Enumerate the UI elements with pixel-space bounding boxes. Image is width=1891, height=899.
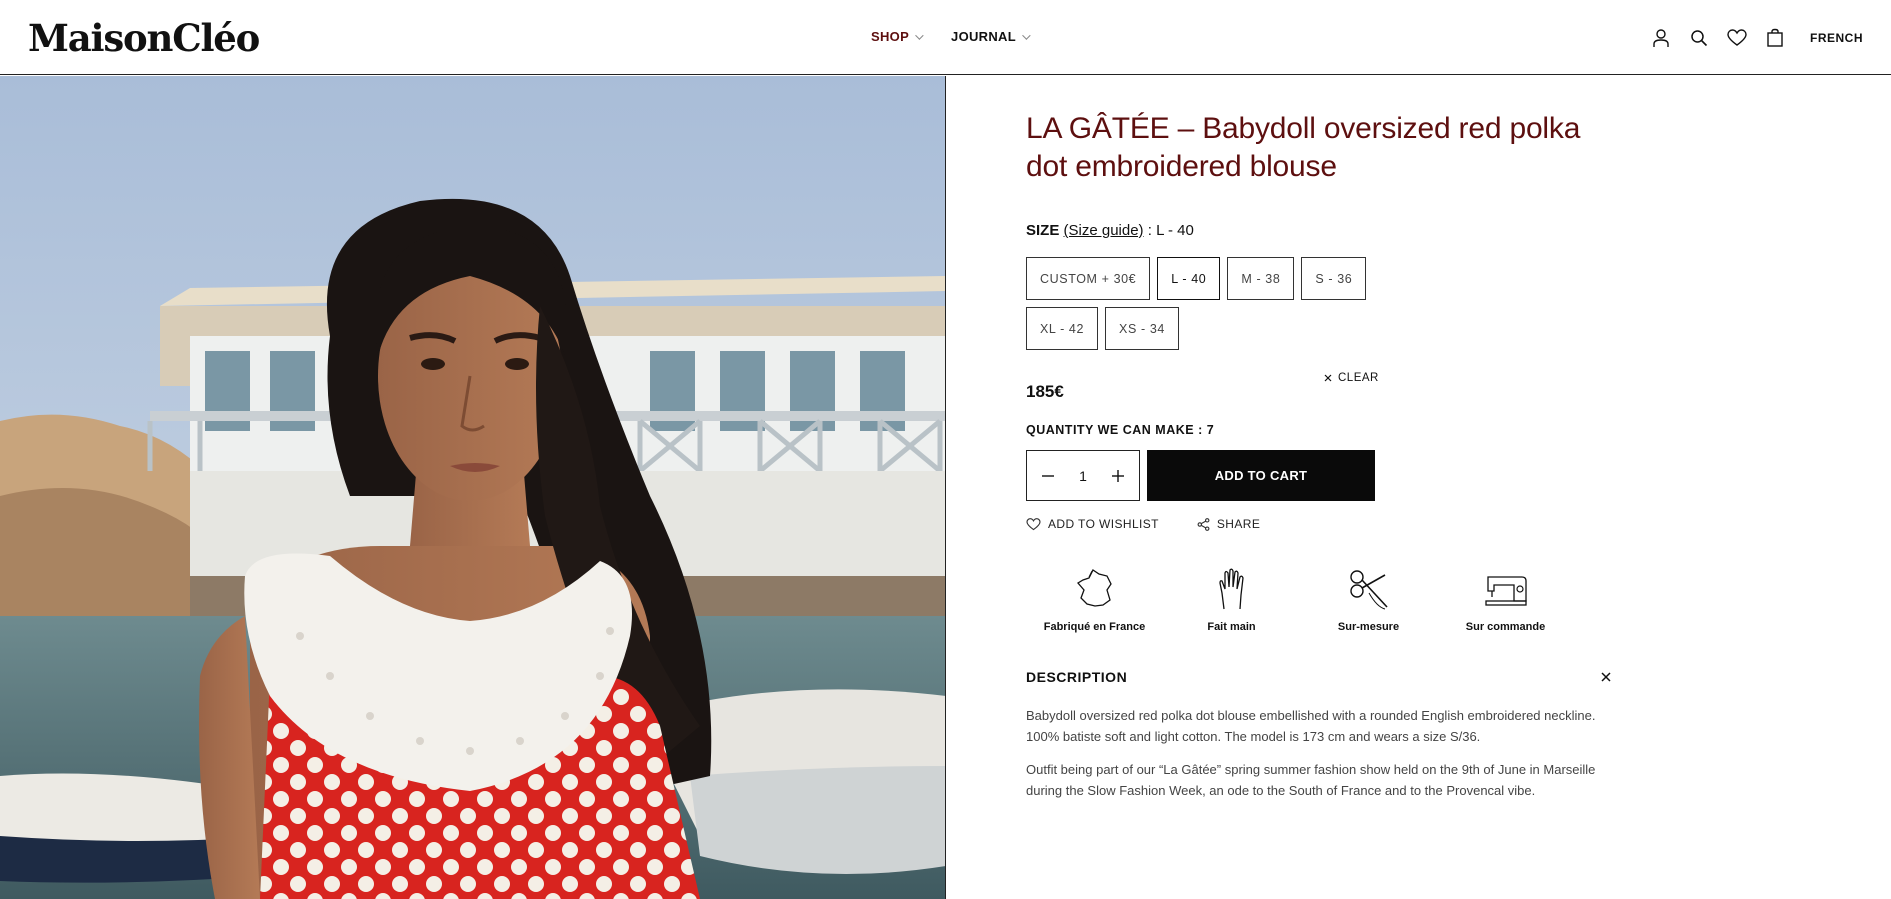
- size-options: CUSTOM + 30€ L - 40 M - 38 S - 36 XL - 4…: [1026, 257, 1406, 350]
- plus-icon[interactable]: [1107, 465, 1129, 487]
- share-label: SHARE: [1216, 517, 1261, 531]
- size-option-xs-34[interactable]: XS - 34: [1105, 307, 1179, 350]
- nav-shop[interactable]: SHOP: [871, 29, 924, 44]
- badge-made-to-order: Sur commande: [1437, 567, 1574, 633]
- close-icon[interactable]: [1599, 670, 1613, 684]
- badge-label: Sur commande: [1465, 621, 1546, 633]
- main-nav: SHOP JOURNAL: [871, 29, 1031, 44]
- scissors-icon: [1347, 567, 1391, 611]
- hand-icon: [1216, 567, 1248, 611]
- product-badges: Fabriqué en France Fait main Sur-mesure …: [1026, 567, 1576, 633]
- bag-icon[interactable]: [1756, 24, 1794, 52]
- badge-label: Sur-mesure: [1337, 621, 1400, 633]
- nav-journal-label: JOURNAL: [951, 29, 1016, 44]
- chevron-down-icon: [1022, 30, 1031, 40]
- close-icon: [1324, 374, 1332, 382]
- description-paragraph: Babydoll oversized red polka dot blouse …: [1026, 708, 1596, 744]
- account-icon[interactable]: [1642, 24, 1680, 52]
- price-row: 185€ CLEAR: [1026, 372, 1626, 401]
- cart-row: 1 ADD TO CART: [1026, 450, 1626, 501]
- size-label: SIZE: [1026, 222, 1060, 239]
- description-title: DESCRIPTION: [1026, 669, 1128, 685]
- secondary-actions: ADD TO WISHLIST SHARE: [1026, 517, 1626, 531]
- size-option-s-36[interactable]: S - 36: [1301, 257, 1367, 300]
- heart-icon[interactable]: [1718, 24, 1756, 52]
- size-option-m-38[interactable]: M - 38: [1227, 257, 1295, 300]
- share-icon: [1197, 517, 1210, 531]
- description-toggle[interactable]: DESCRIPTION: [1026, 669, 1613, 685]
- nav-journal[interactable]: JOURNAL: [951, 29, 1031, 44]
- quantity-stepper: 1: [1026, 450, 1140, 501]
- nav-shop-label: SHOP: [871, 29, 910, 44]
- france-map-icon: [1075, 567, 1115, 611]
- quantity-input[interactable]: 1: [1079, 468, 1087, 484]
- size-row: SIZE (Size guide) : L - 40: [1026, 222, 1626, 239]
- add-to-cart-button[interactable]: ADD TO CART: [1147, 450, 1375, 501]
- badge-label: Fabriqué en France: [1043, 621, 1146, 633]
- chevron-down-icon: [915, 30, 924, 40]
- product-image[interactable]: [0, 76, 946, 899]
- badge-made-in-france: Fabriqué en France: [1026, 567, 1163, 633]
- share-button[interactable]: SHARE: [1197, 517, 1260, 531]
- product-price: 185€: [1026, 382, 1064, 401]
- size-option-l-40[interactable]: L - 40: [1157, 257, 1221, 300]
- minus-icon[interactable]: [1037, 465, 1059, 487]
- product-panel: LA GÂTÉE – Babydoll oversized red polka …: [1026, 76, 1626, 801]
- wishlist-label: ADD TO WISHLIST: [1048, 517, 1159, 531]
- badge-made-to-measure: Sur-mesure: [1300, 567, 1437, 633]
- clear-label: CLEAR: [1338, 372, 1379, 384]
- language-switcher[interactable]: FRENCH: [1810, 31, 1863, 45]
- search-icon[interactable]: [1680, 24, 1718, 52]
- site-logo[interactable]: MaisonCléo: [28, 14, 260, 62]
- clear-selection-button[interactable]: CLEAR: [1324, 372, 1379, 384]
- size-option-custom[interactable]: CUSTOM + 30€: [1026, 257, 1151, 300]
- badge-label: Fait main: [1207, 621, 1256, 633]
- header-actions: FRENCH: [1642, 24, 1891, 52]
- add-to-wishlist-button[interactable]: ADD TO WISHLIST: [1026, 517, 1159, 531]
- heart-icon: [1026, 517, 1041, 530]
- quantity-available-label: QUANTITY WE CAN MAKE : 7: [1026, 423, 1215, 437]
- sewing-machine-icon: [1484, 567, 1528, 611]
- site-header: MaisonCléo SHOP JOURNAL FRENCH: [0, 0, 1891, 75]
- size-option-xl-42[interactable]: XL - 42: [1026, 307, 1099, 350]
- badge-handmade: Fait main: [1163, 567, 1300, 633]
- product-title: LA GÂTÉE – Babydoll oversized red polka …: [1026, 112, 1581, 183]
- description-paragraph: Outfit being part of our “La Gâtée” spri…: [1026, 762, 1596, 798]
- size-guide-link[interactable]: (Size guide): [1064, 222, 1144, 239]
- size-selected: : L - 40: [1147, 222, 1194, 239]
